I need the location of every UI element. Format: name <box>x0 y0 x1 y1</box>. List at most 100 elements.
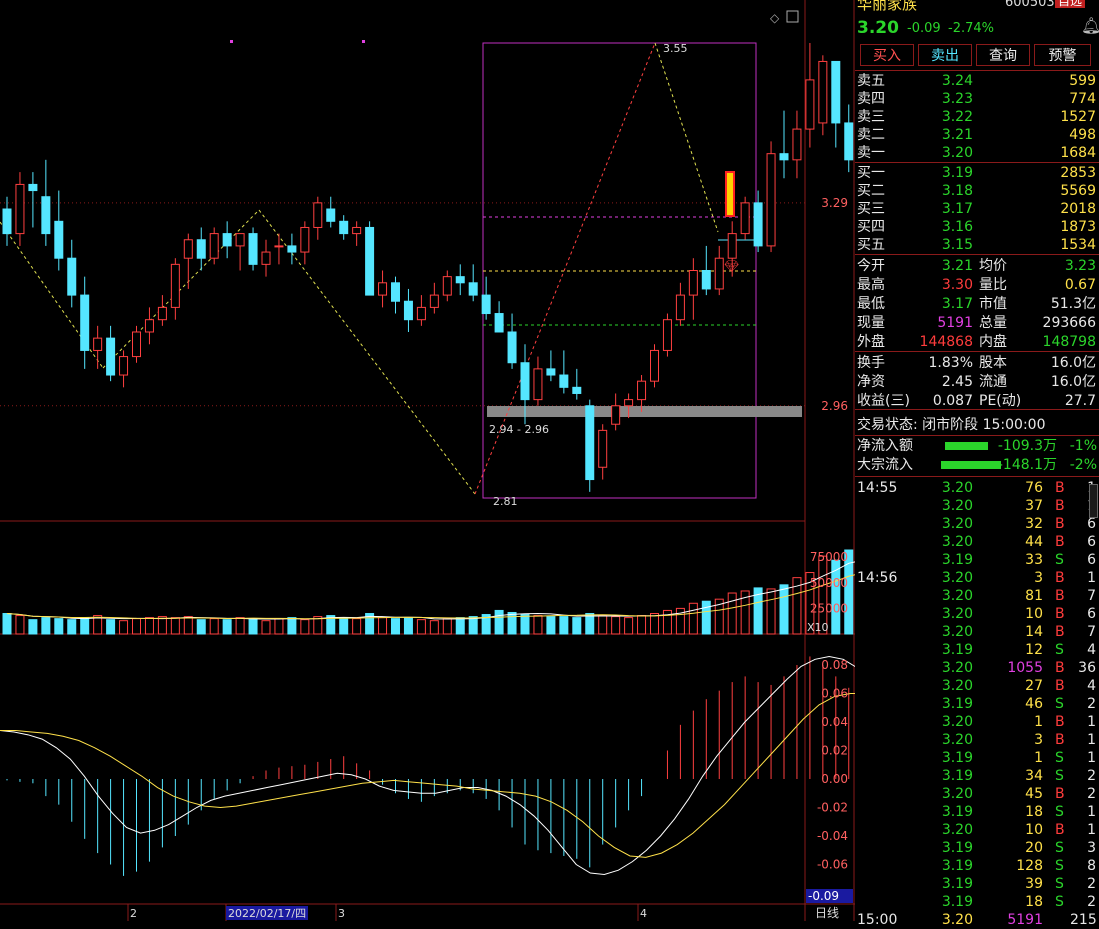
stat-label: 最高 <box>857 277 885 293</box>
sell-button[interactable]: 卖出 <box>918 44 972 66</box>
ask-price: 3.22 <box>941 109 973 125</box>
stat-label: 外盘 <box>857 334 885 350</box>
candle-body <box>2 208 12 235</box>
volume-bar <box>67 619 77 635</box>
volume-bar <box>170 617 180 635</box>
bid-volume: 1534 <box>1060 237 1096 253</box>
stock-name: 华丽家族 <box>857 0 918 13</box>
tick-volume: 14 <box>1025 624 1043 640</box>
kline-chart[interactable]: ◇ 2.94 - 2.96 3.55 2.81 💎︎ 3.29 2.96 75000 500… <box>0 0 855 921</box>
candle-body <box>844 122 854 161</box>
stat-label: 现量 <box>857 315 885 331</box>
volume-bar <box>585 613 595 635</box>
volume-bar <box>688 602 698 635</box>
price-axis-label: 2.96 <box>821 399 848 413</box>
volume-bar <box>248 618 258 635</box>
ask-volume: 498 <box>1069 127 1096 143</box>
candle-body <box>41 196 51 235</box>
tick-volume: 3 <box>1034 570 1043 586</box>
query-button[interactable]: 查询 <box>976 44 1030 66</box>
bid-volume: 5569 <box>1060 183 1096 199</box>
volume-bar <box>572 617 582 635</box>
tick-side: S <box>1055 876 1064 892</box>
trade-state: 交易状态: 闭市阶段 15:00:00 <box>857 417 1046 433</box>
ask-price: 3.20 <box>941 145 973 161</box>
buy-button[interactable]: 买入 <box>860 44 914 66</box>
tick-side: S <box>1055 552 1064 568</box>
ask-label: 卖二 <box>857 127 885 143</box>
stat-label: PE(动) <box>979 393 1022 409</box>
flow-pct: -2% <box>1069 457 1097 473</box>
stat-value: 5191 <box>937 315 973 331</box>
bid-label: 买二 <box>857 183 885 199</box>
candle <box>585 399 595 492</box>
candle-body <box>196 239 206 259</box>
tick-volume: 3 <box>1034 732 1043 748</box>
volume-bar <box>352 618 362 635</box>
bid-label: 买五 <box>857 237 885 253</box>
volume-bar <box>611 616 621 635</box>
tick-count: 2 <box>1087 894 1096 910</box>
price-axis-label: 3.29 <box>821 196 848 210</box>
volume-bar <box>455 617 465 635</box>
stat-label: 最低 <box>857 296 885 312</box>
tick-side: S <box>1055 642 1064 658</box>
volume-bar <box>727 592 737 635</box>
tick-price: 3.20 <box>941 660 973 676</box>
bid-price: 3.19 <box>941 165 973 181</box>
candle-body <box>157 306 167 321</box>
volume-bar <box>559 616 569 635</box>
tick-count: 7 <box>1087 624 1096 640</box>
candle-body <box>559 374 569 388</box>
date-label: 4 <box>640 907 647 920</box>
volume-bar <box>779 584 789 635</box>
bid-label: 买一 <box>857 165 885 181</box>
tick-price: 3.20 <box>941 624 973 640</box>
tick-volume: 1 <box>1034 750 1043 766</box>
candle-body <box>455 276 465 284</box>
macd-axis-label: 0.00 <box>821 772 848 786</box>
candle-body <box>481 294 491 315</box>
fav-button[interactable]: 自选 <box>1055 0 1086 8</box>
candle <box>662 313 672 357</box>
volume-unit-label: X10 <box>807 621 829 634</box>
candle-body <box>831 60 841 124</box>
alert-button[interactable]: 预警 <box>1034 44 1091 66</box>
volume-bar <box>378 617 388 635</box>
candle-body <box>93 337 103 351</box>
bell-icon[interactable]: 🔔︎ <box>1081 16 1099 35</box>
tick-side: S <box>1055 894 1064 910</box>
diamond-icon[interactable]: ◇ <box>770 11 780 25</box>
tick-price: 3.19 <box>941 552 973 568</box>
highlight-candle <box>725 171 735 217</box>
candle-body <box>287 245 297 253</box>
tick-scrollbar[interactable] <box>1089 484 1098 518</box>
tick-volume: 33 <box>1025 552 1043 568</box>
volume-bar <box>468 616 478 635</box>
tick-volume: 27 <box>1025 678 1043 694</box>
stat-value: 16.0亿 <box>1050 374 1096 390</box>
volume-bar <box>132 618 141 635</box>
tick-volume: 12 <box>1025 642 1043 658</box>
candle-body <box>533 368 543 401</box>
support-zone <box>487 406 802 417</box>
bid-volume: 2018 <box>1060 201 1096 217</box>
tick-side: B <box>1055 480 1065 496</box>
tick-count: 215 <box>1070 912 1097 928</box>
tick-count: 8 <box>1087 858 1096 874</box>
tick-price: 3.20 <box>941 732 973 748</box>
candle-body <box>28 183 38 192</box>
tick-volume: 20 <box>1025 840 1043 856</box>
volume-bar <box>533 615 543 635</box>
tick-count: 1 <box>1087 714 1096 730</box>
stat-value: 27.7 <box>1064 393 1096 409</box>
volume-bar <box>119 620 129 635</box>
candle-body <box>119 356 129 376</box>
bid-label: 买三 <box>857 201 885 217</box>
volume-bar <box>637 615 647 635</box>
low-label: 2.81 <box>493 495 518 508</box>
tick-side: S <box>1055 768 1064 784</box>
volume-bar <box>391 618 400 635</box>
volume-bar <box>287 617 297 635</box>
candle-body <box>209 233 219 259</box>
